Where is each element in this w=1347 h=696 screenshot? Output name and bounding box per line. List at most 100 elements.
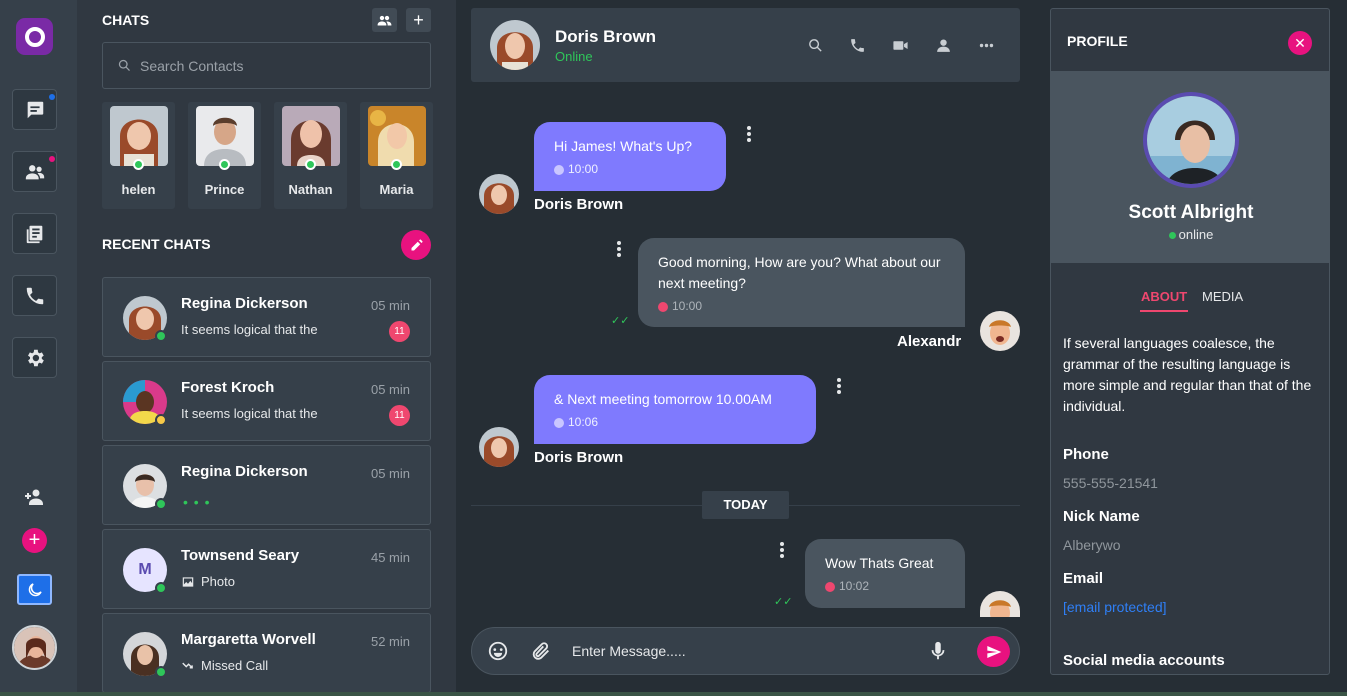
tab-about[interactable]: ABOUT (1140, 289, 1189, 312)
contact-name: helen (121, 182, 156, 197)
chat-time: 52 min (370, 634, 410, 649)
message-menu-icon[interactable] (837, 378, 841, 394)
settings-nav-button[interactable] (12, 337, 57, 378)
search-messages-button[interactable] (805, 35, 825, 55)
message-text: Hi James! What's Up? (554, 138, 693, 154)
online-indicator (155, 498, 167, 510)
chats-nav-button[interactable] (12, 89, 57, 130)
email-label: Email (1063, 570, 1104, 587)
add-button[interactable]: + (22, 528, 47, 553)
contact-photo (110, 106, 168, 166)
sender-avatar (980, 311, 1020, 351)
social-label: Social media accounts (1063, 652, 1225, 669)
contact-name: Nathan (288, 182, 333, 197)
chats-panel: CHATS + Search Contacts helen Prince Nat… (77, 0, 456, 696)
contact-info-button[interactable] (933, 35, 953, 55)
favorite-contact[interactable]: helen (102, 102, 175, 209)
message-bubble[interactable]: Wow Thats Great 10:02 (805, 539, 965, 608)
more-horizontal-icon (979, 43, 993, 47)
moon-icon (28, 582, 42, 596)
compose-button[interactable] (401, 230, 431, 260)
contact-photo (282, 106, 340, 166)
contact-name: Prince (204, 182, 245, 197)
video-call-button[interactable] (890, 35, 910, 55)
app-logo[interactable] (16, 18, 53, 55)
tab-media[interactable]: MEDIA (1202, 289, 1243, 304)
contact-avatar[interactable] (490, 20, 540, 70)
chat-list-item[interactable]: Regina Dickerson 05 min • • • (102, 445, 431, 525)
chat-list-item[interactable]: Regina Dickerson 05 min It seems logical… (102, 277, 431, 357)
phone-icon (26, 287, 43, 304)
attach-button[interactable] (529, 639, 553, 663)
chat-name: Regina Dickerson (181, 463, 308, 480)
message-composer: Enter Message..... (471, 627, 1020, 675)
chat-time: 05 min (370, 298, 410, 313)
search-placeholder: Search Contacts (140, 57, 244, 74)
docs-nav-button[interactable] (12, 213, 57, 254)
online-indicator (155, 666, 167, 678)
chat-list-item[interactable]: Margaretta Worvell 52 min Missed Call (102, 613, 431, 693)
user-avatar[interactable] (12, 625, 57, 670)
send-button[interactable] (977, 636, 1010, 667)
profile-panel: PROFILE ✕ Scott Albright online ABOUT ME… (1050, 8, 1330, 675)
phone-icon (850, 38, 864, 52)
voice-call-button[interactable] (847, 35, 867, 55)
edit-icon (411, 238, 423, 250)
contact-name: Maria (379, 182, 414, 197)
message-bubble[interactable]: Hi James! What's Up? 10:00 (534, 122, 726, 191)
phone-value: 555-555-21541 (1063, 475, 1158, 491)
favorite-contact[interactable]: Nathan (274, 102, 347, 209)
theme-toggle[interactable] (17, 574, 52, 605)
online-indicator (305, 159, 316, 170)
add-contact-icon[interactable] (22, 484, 48, 510)
video-icon (892, 40, 908, 50)
message-bubble[interactable]: Good morning, How are you? What about ou… (638, 238, 965, 327)
chat-list-item[interactable]: Forest Kroch 05 min It seems logical tha… (102, 361, 431, 441)
email-value[interactable]: [email protected] (1063, 599, 1167, 615)
favorite-contact[interactable]: Maria (360, 102, 433, 209)
online-indicator (1168, 232, 1176, 240)
group-icon (377, 15, 392, 25)
group-button[interactable] (372, 8, 397, 32)
message-menu-icon[interactable] (617, 241, 621, 257)
chat-preview: It seems logical that the (181, 322, 318, 337)
chat-time: 05 min (370, 382, 410, 397)
message-menu-icon[interactable] (780, 542, 784, 558)
chat-list-item[interactable]: M Townsend Seary 45 min Photo (102, 529, 431, 609)
message-time: 10:00 (658, 296, 945, 317)
chat-icon (27, 101, 43, 118)
clock-icon (554, 417, 564, 428)
microphone-icon (931, 641, 945, 660)
typing-indicator: • • • (183, 494, 211, 510)
message-input[interactable]: Enter Message..... (572, 643, 686, 659)
search-icon (808, 38, 822, 52)
docs-icon (26, 225, 42, 243)
calls-nav-button[interactable] (12, 275, 57, 316)
contact-photo (368, 106, 426, 166)
new-chat-button[interactable]: + (406, 8, 431, 32)
voice-record-button[interactable] (926, 639, 950, 663)
message-text: Wow Thats Great (825, 555, 934, 571)
profile-title: PROFILE (1067, 33, 1128, 49)
nick-label: Nick Name (1063, 508, 1140, 525)
unread-badge: 11 (389, 405, 410, 426)
message-menu-icon[interactable] (747, 126, 751, 142)
close-profile-button[interactable]: ✕ (1288, 31, 1312, 55)
contact-name[interactable]: Doris Brown (555, 27, 656, 47)
send-icon (986, 645, 1001, 658)
chat-name: Forest Kroch (181, 379, 275, 396)
online-indicator (219, 159, 230, 170)
sender-name: Alexandr (897, 333, 962, 350)
emoji-button[interactable] (486, 639, 510, 663)
favorite-contact[interactable]: Prince (188, 102, 261, 209)
search-input[interactable]: Search Contacts (102, 42, 431, 89)
sender-name: Doris Brown (534, 196, 624, 213)
missed-call-icon (182, 662, 193, 668)
more-options-button[interactable] (976, 35, 996, 55)
chat-preview: It seems logical that the (181, 406, 318, 421)
message-time: 10:00 (554, 159, 706, 180)
contacts-nav-button[interactable] (12, 151, 57, 192)
search-icon (118, 59, 130, 71)
message-bubble[interactable]: & Next meeting tomorrow 10.00AM 10:06 (534, 375, 816, 444)
contact-photo (196, 106, 254, 166)
